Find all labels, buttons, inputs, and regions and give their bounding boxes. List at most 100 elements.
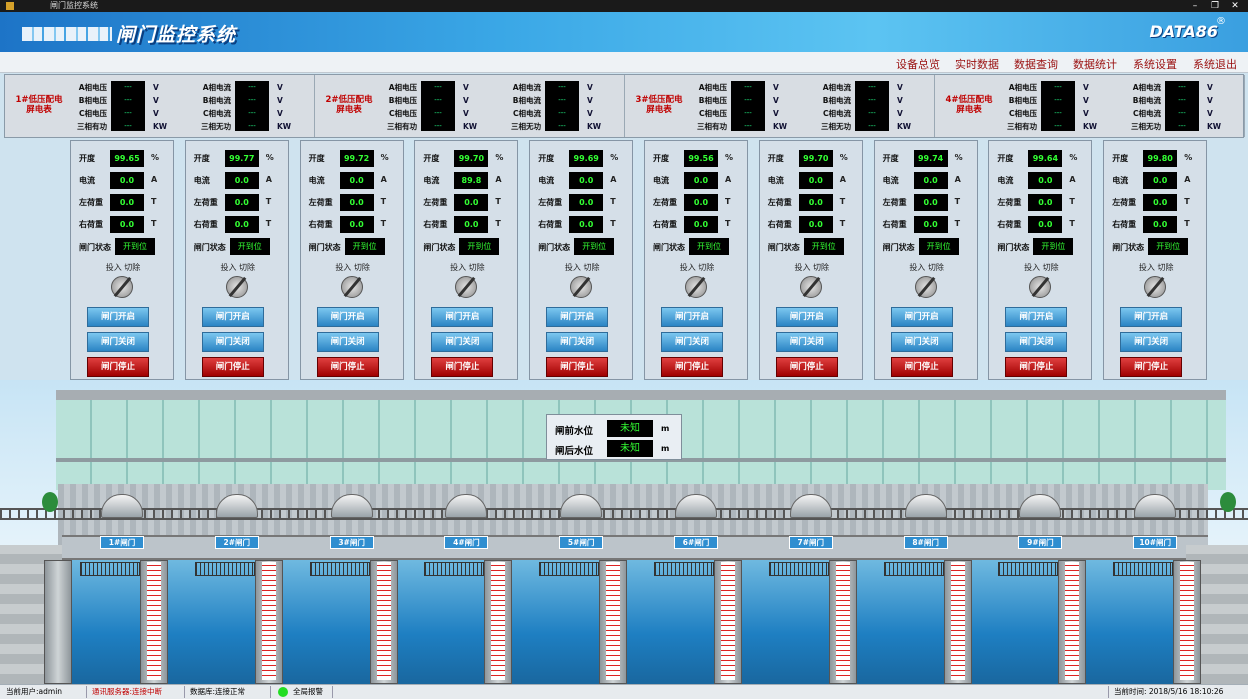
- meter-value: ---: [744, 109, 752, 117]
- gate-lload-label: 左荷重: [79, 198, 103, 207]
- meter-value: ---: [868, 122, 876, 130]
- power-meters-bar: 1#低压配电屏电表 A相电压 --- V B相电压 --- V C相电压 --- V 三相有功 ---…: [4, 74, 1245, 138]
- gate-stop-button[interactable]: 闸门停止: [1120, 357, 1183, 377]
- gate-stop-button[interactable]: 闸门停止: [431, 357, 494, 377]
- gate-label[interactable]: 6#闸门: [674, 536, 718, 549]
- gate-stop-button[interactable]: 闸门停止: [546, 357, 609, 377]
- mode-switch-knob-icon[interactable]: [685, 276, 707, 298]
- mode-switch-knob-icon[interactable]: [1144, 276, 1167, 298]
- gate-close-button[interactable]: 闸门关闭: [316, 332, 379, 352]
- close-button[interactable]: ✕: [1226, 0, 1244, 12]
- front-water-unit: m: [661, 424, 670, 433]
- gate-close-button[interactable]: 闸门关闭: [661, 332, 723, 352]
- database-status: 数据库:连接正常: [190, 687, 246, 696]
- switch-labels: 投入 切除: [220, 263, 256, 272]
- gate-label[interactable]: 3#闸门: [329, 536, 374, 549]
- gate-stop-button[interactable]: 闸门停止: [1005, 357, 1068, 377]
- gate-stop-button[interactable]: 闸门停止: [661, 357, 723, 377]
- mode-switch-knob-icon[interactable]: [340, 276, 363, 298]
- meter-label: B相电流: [822, 96, 851, 105]
- menu-realtime-data[interactable]: 实时数据: [955, 56, 999, 72]
- gate-rload-label: 右荷重: [997, 220, 1022, 229]
- gate-label[interactable]: 5#闸门: [559, 536, 604, 549]
- menu-data-stats[interactable]: 数据统计: [1073, 56, 1117, 72]
- meter-unit: KW: [153, 122, 168, 131]
- menu-system-settings[interactable]: 系统设置: [1133, 56, 1177, 72]
- mode-switch-knob-icon[interactable]: [914, 276, 937, 298]
- meter-value: ---: [1054, 83, 1062, 91]
- gate-open-button[interactable]: 闸门开启: [1120, 307, 1183, 327]
- gate-lload-row: 左荷重 0.0 T: [883, 194, 973, 212]
- gate-open-button[interactable]: 闸门开启: [890, 307, 953, 327]
- gate-label[interactable]: 4#闸门: [444, 536, 489, 549]
- mode-switch-knob-icon[interactable]: [455, 276, 478, 298]
- gate-cur-row: 电流 0.0 A: [997, 172, 1087, 190]
- gate-cur-row: 电流 89.8 A: [423, 172, 513, 190]
- gate-cur-label: 电流: [1112, 176, 1129, 185]
- meter-unit: V: [1083, 109, 1089, 118]
- gate-close-button[interactable]: 闸门关闭: [546, 332, 609, 352]
- mode-switch-knob-icon[interactable]: [570, 276, 593, 298]
- gate-stop-button[interactable]: 闸门停止: [316, 357, 379, 377]
- mode-switch-knob-icon[interactable]: [111, 276, 133, 298]
- gate-rload-unit: T: [839, 219, 846, 228]
- gate-open-button[interactable]: 闸门开启: [546, 307, 609, 327]
- gate-stop-button[interactable]: 闸门停止: [890, 357, 953, 377]
- gate-open-button[interactable]: 闸门开启: [661, 307, 723, 327]
- gate-label[interactable]: 7#闸门: [788, 536, 833, 549]
- menu-data-query[interactable]: 数据查询: [1014, 56, 1058, 72]
- meter-unit: V: [897, 83, 903, 92]
- water-level-panel: 闸前水位 未知 m 闸后水位 未知 m: [546, 414, 682, 460]
- gate-open-button[interactable]: 闸门开启: [775, 307, 838, 327]
- gate-stop-button[interactable]: 闸门停止: [775, 357, 838, 377]
- maximize-button[interactable]: ❐: [1206, 0, 1224, 12]
- gate-lload-label: 左荷重: [882, 198, 907, 207]
- gate-rload-label: 右荷重: [423, 220, 448, 229]
- meter-label: 三相有功: [77, 122, 107, 131]
- gate-rload-value: 0.0: [454, 216, 489, 233]
- mode-switch-knob-icon[interactable]: [799, 276, 822, 298]
- meter-name: 2#低压配电屏电表: [325, 95, 373, 115]
- gate-cur-unit: A: [1184, 175, 1191, 184]
- gate-open-button[interactable]: 闸门开启: [1005, 307, 1068, 327]
- gate-state-row: 闸门状态 开到位: [653, 238, 743, 256]
- gate-label[interactable]: 9#闸门: [1018, 536, 1063, 549]
- mode-switch-knob-icon[interactable]: [1029, 276, 1052, 298]
- gate-state-row: 闸门状态 开到位: [883, 238, 973, 256]
- menu-device-overview[interactable]: 设备总览: [896, 56, 940, 72]
- meter-unit: V: [153, 109, 159, 118]
- gate-close-button[interactable]: 闸门关闭: [890, 332, 953, 352]
- gate-close-button[interactable]: 闸门关闭: [1120, 332, 1183, 352]
- main-menu: 设备总览 实时数据 数据查询 数据统计 系统设置 系统退出: [0, 52, 1248, 73]
- gate-close-button[interactable]: 闸门关闭: [201, 332, 264, 352]
- gate-stop-button[interactable]: 闸门停止: [201, 357, 264, 377]
- gate-close-button[interactable]: 闸门关闭: [431, 332, 494, 352]
- gate-open-button[interactable]: 闸门开启: [316, 307, 379, 327]
- meter-value: ---: [1178, 83, 1186, 91]
- gate-open-button[interactable]: 闸门开启: [87, 307, 149, 327]
- menu-system-exit[interactable]: 系统退出: [1193, 56, 1237, 72]
- gate-label[interactable]: 1#闸门: [100, 536, 144, 549]
- meter-unit: V: [1207, 109, 1213, 118]
- gate-close-button[interactable]: 闸门关闭: [775, 332, 838, 352]
- gate-open-button[interactable]: 闸门开启: [201, 307, 264, 327]
- gate-stop-button[interactable]: 闸门停止: [87, 357, 149, 377]
- gate-cur-row: 电流 0.0 A: [1112, 172, 1202, 190]
- brand-logo: DATA86: [1149, 22, 1218, 41]
- gate-label[interactable]: 10#闸门: [1133, 536, 1178, 549]
- tree-icon: [42, 492, 58, 512]
- gate-open-value: 99.77: [224, 150, 259, 167]
- gate-label[interactable]: 2#闸门: [214, 536, 259, 549]
- gate-state-value: 开到位: [1148, 238, 1189, 255]
- gate-state-value: 开到位: [344, 238, 385, 255]
- gate-open-button[interactable]: 闸门开启: [431, 307, 494, 327]
- gate-open-row: 开度 99.80%: [1112, 150, 1202, 168]
- gate-label[interactable]: 8#闸门: [903, 536, 948, 549]
- gate-close-button[interactable]: 闸门关闭: [87, 332, 149, 352]
- gate-open-unit: %: [839, 153, 848, 162]
- mode-switch-knob-icon[interactable]: [225, 276, 248, 298]
- meter-value: ---: [868, 96, 876, 104]
- gate-close-button[interactable]: 闸门关闭: [1005, 332, 1068, 352]
- header-banner: 闸门监控系统 DATA86 ®: [0, 12, 1248, 52]
- minimize-button[interactable]: –: [1186, 0, 1204, 12]
